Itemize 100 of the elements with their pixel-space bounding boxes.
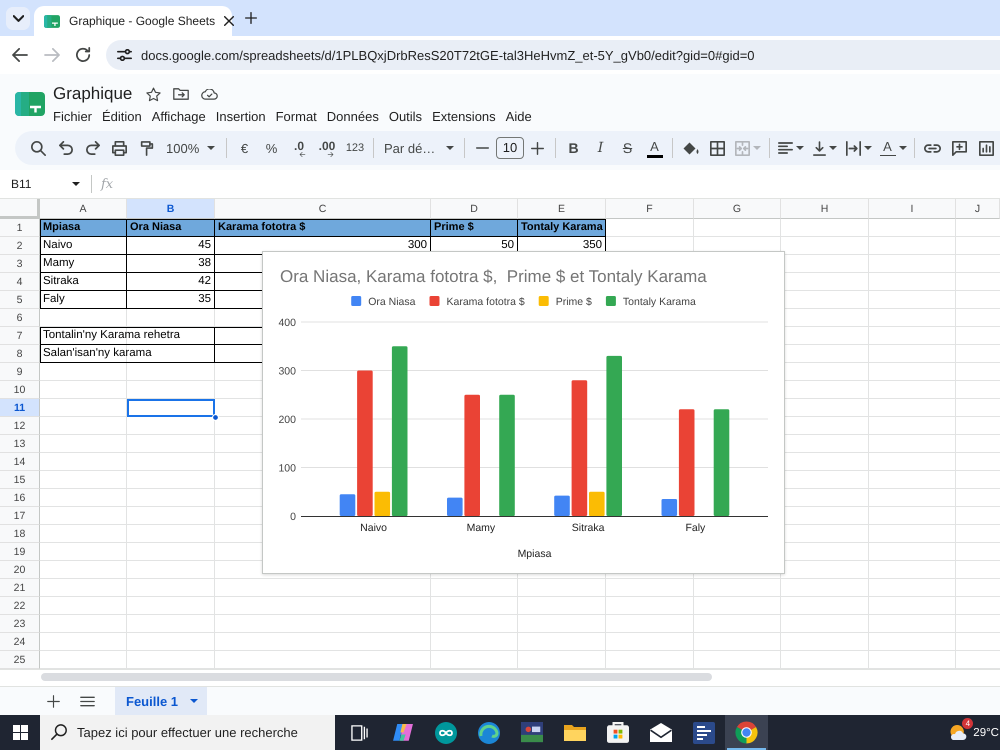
- row-header[interactable]: 6: [0, 309, 40, 327]
- spreadsheet-logo-icon[interactable]: [15, 92, 45, 116]
- number-format-button[interactable]: 123: [341, 135, 369, 161]
- strikethrough-button[interactable]: S: [614, 135, 641, 161]
- row-header[interactable]: 18: [0, 525, 40, 543]
- sliders-icon[interactable]: [117, 49, 132, 61]
- document-tile-icon[interactable]: [692, 722, 714, 744]
- link-icon[interactable]: [924, 144, 941, 152]
- row-header[interactable]: 1: [0, 219, 40, 237]
- column-header[interactable]: D: [431, 199, 518, 219]
- menu-item[interactable]: Extensions: [427, 108, 501, 124]
- close-icon[interactable]: [224, 16, 234, 26]
- scrollbar-thumb[interactable]: [41, 673, 712, 681]
- row-header[interactable]: 9: [0, 363, 40, 381]
- caret-icon[interactable]: [864, 146, 872, 150]
- row-header[interactable]: 15: [0, 471, 40, 489]
- row-header[interactable]: 10: [0, 381, 40, 399]
- column-header[interactable]: G: [694, 199, 781, 219]
- paint-roller-icon[interactable]: [140, 140, 154, 156]
- print-icon[interactable]: [112, 140, 127, 156]
- search-icon[interactable]: [31, 140, 46, 156]
- star-icon[interactable]: [146, 86, 162, 102]
- infinity-icon[interactable]: [434, 722, 456, 744]
- row-header[interactable]: 19: [0, 543, 40, 561]
- plus-icon[interactable]: [245, 12, 257, 24]
- reload-icon[interactable]: [76, 47, 91, 63]
- menu-item[interactable]: Édition: [97, 108, 147, 124]
- plus-icon[interactable]: [47, 694, 60, 708]
- row-header[interactable]: 5: [0, 291, 40, 309]
- column-header[interactable]: E: [518, 199, 606, 219]
- sheet-tab[interactable]: Feuille 1: [115, 687, 208, 715]
- row-header[interactable]: 4: [0, 273, 40, 291]
- row-header[interactable]: 11: [0, 399, 40, 417]
- folder-arrow-icon[interactable]: [173, 88, 190, 100]
- cloud-check-icon[interactable]: [201, 88, 218, 100]
- column-header[interactable]: H: [781, 199, 869, 219]
- caret-icon[interactable]: [796, 146, 804, 150]
- row-header[interactable]: 2: [0, 237, 40, 255]
- task-view-icon[interactable]: [351, 724, 368, 740]
- shopping-bag-icon[interactable]: [606, 722, 628, 743]
- increase-decimal-button[interactable]: .00: [313, 135, 341, 161]
- envelope-icon[interactable]: [650, 722, 672, 742]
- swirl-icon[interactable]: [478, 722, 500, 744]
- zoom-dropdown[interactable]: 100%: [160, 135, 222, 161]
- row-header[interactable]: 23: [0, 615, 40, 633]
- plus-icon[interactable]: [531, 142, 544, 154]
- name-box[interactable]: B11: [0, 173, 86, 195]
- column-header[interactable]: B: [127, 199, 215, 219]
- chart-icon[interactable]: [979, 140, 994, 156]
- document-title[interactable]: Graphique: [53, 84, 134, 104]
- row-header[interactable]: 7: [0, 327, 40, 345]
- search-field[interactable]: Tapez ici pour effectuer une recherche: [40, 715, 335, 750]
- caret-icon[interactable]: [829, 146, 837, 150]
- bold-button[interactable]: B: [560, 135, 587, 161]
- row-header[interactable]: 13: [0, 435, 40, 453]
- browser-tab[interactable]: Graphique - Google Sheets: [34, 6, 232, 36]
- menu-item[interactable]: Fichier: [48, 108, 98, 124]
- column-header[interactable]: A: [40, 199, 127, 219]
- row-header[interactable]: 17: [0, 507, 40, 525]
- row-header[interactable]: 12: [0, 417, 40, 435]
- borders-icon[interactable]: [710, 140, 725, 156]
- menu-item[interactable]: Outils: [384, 108, 428, 124]
- add-comment-icon[interactable]: [952, 140, 967, 156]
- text-rotation-button[interactable]: A: [880, 140, 896, 156]
- align-left-icon[interactable]: [778, 142, 793, 154]
- italic-button[interactable]: I: [587, 135, 614, 161]
- minus-icon[interactable]: [476, 147, 489, 149]
- percent-button[interactable]: %: [258, 135, 285, 161]
- row-header[interactable]: 14: [0, 453, 40, 471]
- folder-icon[interactable]: [564, 724, 586, 740]
- windows-logo-icon[interactable]: [12, 725, 28, 740]
- row-header[interactable]: 3: [0, 255, 40, 273]
- column-header[interactable]: J: [956, 199, 1000, 219]
- menu-item[interactable]: Insertion: [210, 108, 271, 124]
- menu-item[interactable]: Aide: [500, 108, 537, 124]
- column-header[interactable]: F: [606, 199, 694, 219]
- caret-icon[interactable]: [898, 146, 906, 150]
- menu-item[interactable]: Données: [322, 108, 384, 124]
- text-color-button[interactable]: A: [641, 135, 668, 161]
- row-header[interactable]: 21: [0, 579, 40, 597]
- ribbon-icon[interactable]: [392, 724, 414, 741]
- address-bar[interactable]: docs.google.com/spreadsheets/d/1PLBQxjDrbResS20T72tGE-tal3HeHvmZ_et-5Y_gVb0/edit?gid=0#gid=0: [106, 40, 1000, 70]
- caret-icon[interactable]: [190, 699, 198, 703]
- menu-item[interactable]: Affichage: [146, 108, 211, 124]
- font-dropdown[interactable]: Par dé…: [378, 135, 460, 161]
- undo-icon[interactable]: [58, 141, 72, 155]
- row-header[interactable]: 22: [0, 597, 40, 615]
- arrow-left-icon[interactable]: [12, 48, 28, 62]
- browser-icon[interactable]: [725, 715, 768, 750]
- align-bottom-icon[interactable]: [813, 140, 826, 156]
- currency-button[interactable]: €: [231, 135, 258, 161]
- weather-icon[interactable]: [948, 724, 968, 741]
- tab-search-button[interactable]: [6, 6, 30, 30]
- row-header[interactable]: 8: [0, 345, 40, 363]
- redo-icon[interactable]: [86, 141, 100, 155]
- text-wrap-icon[interactable]: [846, 140, 861, 156]
- menu-item[interactable]: Format: [270, 108, 322, 124]
- list-icon[interactable]: [80, 696, 95, 706]
- row-header[interactable]: 24: [0, 633, 40, 651]
- column-header[interactable]: I: [869, 199, 956, 219]
